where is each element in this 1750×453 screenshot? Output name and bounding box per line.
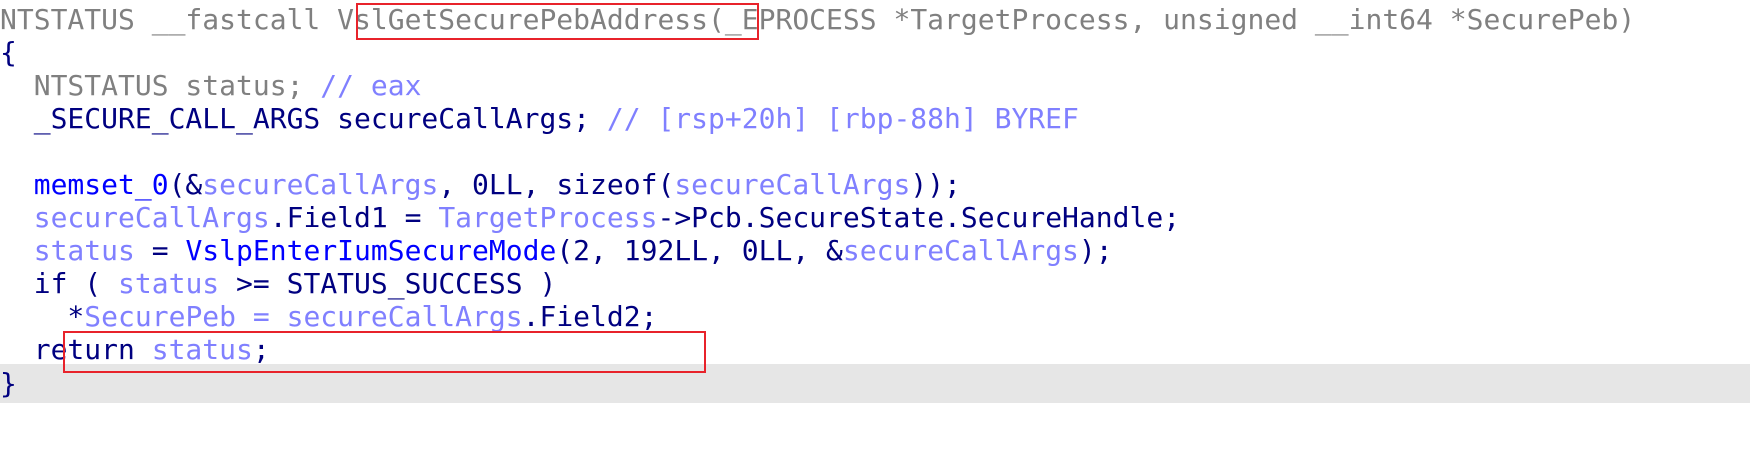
- local-var-token[interactable]: status: [34, 234, 135, 267]
- member-token: ->Pcb.SecureState.SecureHandle;: [657, 201, 1181, 234]
- indent-token: [0, 234, 34, 267]
- code-line-close-brace-current[interactable]: }: [0, 364, 1750, 403]
- indent-token: [0, 168, 34, 201]
- code-line-signature[interactable]: NTSTATUS __fastcall VslGetSecurePebAddre…: [0, 1, 1750, 38]
- local-var-token[interactable]: status: [118, 267, 219, 300]
- comment-token: // eax: [320, 69, 422, 102]
- args-token: (2, 192LL, 0LL, &: [556, 234, 843, 267]
- code-line-open-brace[interactable]: {: [0, 34, 1750, 71]
- punct-token: ;: [252, 333, 270, 366]
- function-name-token[interactable]: VslGetSecurePebAddress: [337, 3, 708, 36]
- param-token[interactable]: TargetProcess: [438, 201, 657, 234]
- operator-token: =: [134, 234, 186, 267]
- declaration-token: _SECURE_CALL_ARGS secureCallArgs;: [0, 102, 607, 135]
- local-var-token[interactable]: secureCallArgs: [202, 168, 438, 201]
- keyword-token: if (: [0, 267, 119, 300]
- member-token: .Field1 =: [269, 201, 439, 234]
- keyword-token: return: [0, 333, 152, 366]
- declaration-token: NTSTATUS status;: [0, 69, 321, 102]
- function-call-token[interactable]: VslpEnterIumSecureMode: [185, 234, 556, 267]
- return-type-token: NTSTATUS __fastcall: [0, 3, 338, 36]
- deref-token: *: [0, 300, 85, 333]
- local-var-token[interactable]: secureCallArgs: [287, 300, 523, 333]
- local-var-token[interactable]: secureCallArgs: [34, 201, 270, 234]
- code-line-memset[interactable]: memset_0(&secureCallArgs, 0LL, sizeof(se…: [0, 166, 1750, 203]
- args-token: , 0LL, sizeof(: [438, 168, 675, 201]
- parameter-list-token: (_EPROCESS *TargetProcess, unsigned __in…: [708, 3, 1636, 36]
- param-token[interactable]: SecurePeb: [84, 300, 236, 333]
- punct-token: (&: [168, 168, 203, 201]
- function-call-token[interactable]: memset_0: [34, 168, 169, 201]
- local-var-token[interactable]: secureCallArgs: [843, 234, 1079, 267]
- local-var-token[interactable]: status: [152, 333, 253, 366]
- punct-token: );: [1078, 234, 1113, 267]
- operator-token: =: [236, 300, 287, 333]
- condition-token: >= STATUS_SUCCESS ): [219, 267, 557, 300]
- code-line-return[interactable]: return status;: [0, 331, 1750, 368]
- code-line-enter-ium[interactable]: status = VslpEnterIumSecureMode(2, 192LL…: [0, 232, 1750, 269]
- member-token: .Field2;: [522, 300, 658, 333]
- brace-token: }: [0, 367, 17, 400]
- code-line-securepeb-assign[interactable]: *SecurePeb = secureCallArgs.Field2;: [0, 298, 1750, 335]
- indent-token: [0, 201, 34, 234]
- punct-token: ));: [910, 168, 961, 201]
- local-var-token[interactable]: secureCallArgs: [674, 168, 910, 201]
- code-line-field1-assign[interactable]: secureCallArgs.Field1 = TargetProcess->P…: [0, 199, 1750, 236]
- code-line-status-decl[interactable]: NTSTATUS status; // eax: [0, 67, 1750, 104]
- comment-token: // [rsp+20h] [rbp-88h] BYREF: [606, 102, 1079, 135]
- code-line-args-decl[interactable]: _SECURE_CALL_ARGS secureCallArgs; // [rs…: [0, 100, 1750, 137]
- pseudocode-view[interactable]: NTSTATUS __fastcall VslGetSecurePebAddre…: [0, 0, 1750, 453]
- brace-token: {: [0, 36, 17, 69]
- code-line-if[interactable]: if ( status >= STATUS_SUCCESS ): [0, 265, 1750, 302]
